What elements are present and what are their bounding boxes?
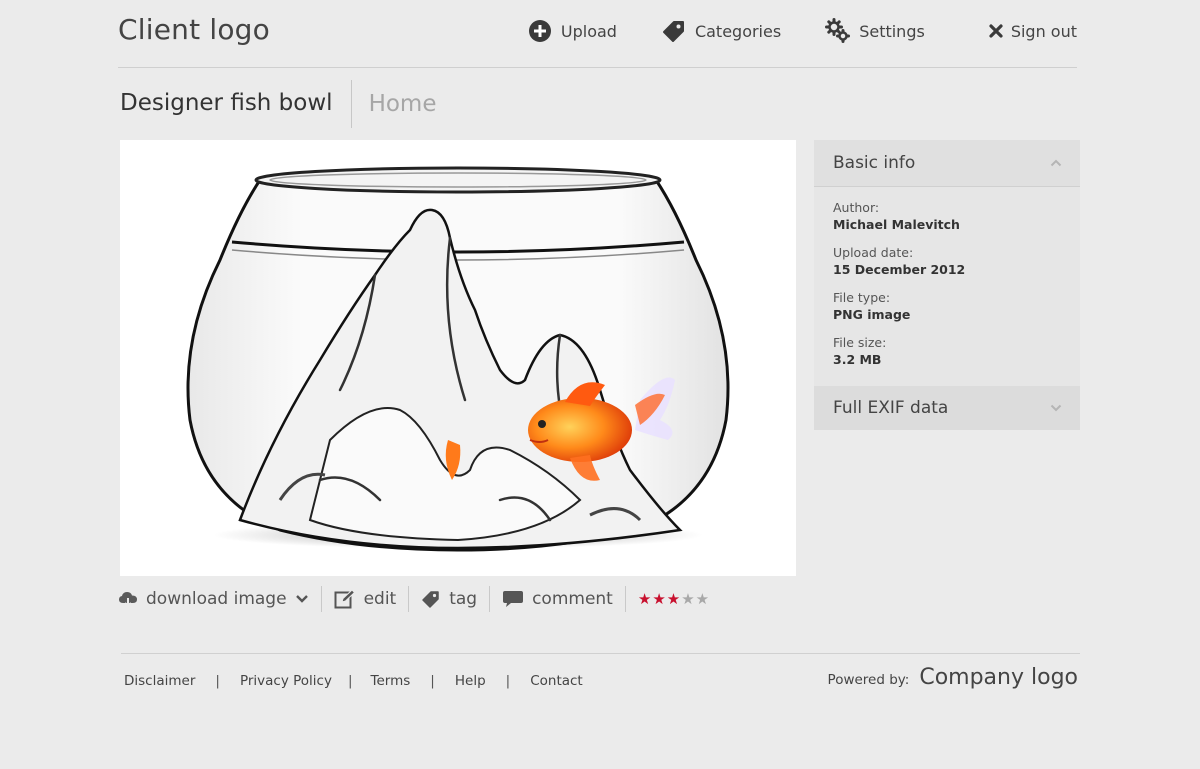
edit-icon xyxy=(334,589,356,609)
field-label: Author: xyxy=(833,200,880,215)
exif-header[interactable]: Full EXIF data xyxy=(814,386,1080,430)
field-label: Upload date: xyxy=(833,245,914,260)
client-logo[interactable]: Client logo xyxy=(118,13,270,46)
footer-link-privacy-policy[interactable]: Privacy Policy xyxy=(240,673,332,689)
star-filled-icon[interactable]: ★ xyxy=(667,591,680,607)
settings-button[interactable]: Settings xyxy=(825,18,925,44)
page: Client logo Upload Categories Settings S… xyxy=(0,0,1200,769)
tag-small-icon xyxy=(421,589,441,609)
tag-label: tag xyxy=(449,589,478,609)
footer-separator: | xyxy=(347,673,353,689)
file-size-value: 3.2 MB xyxy=(833,352,882,367)
footer-link-terms[interactable]: Terms xyxy=(371,673,411,689)
sign-out-label: Sign out xyxy=(1010,21,1077,41)
sign-out-button[interactable]: Sign out xyxy=(987,18,1077,44)
company-logo[interactable]: Company logo xyxy=(919,665,1078,690)
powered-by-label: Powered by: xyxy=(827,672,910,688)
settings-label: Settings xyxy=(859,21,925,41)
file-type-value: PNG image xyxy=(833,307,911,322)
main-nav: Upload Categories Settings Sign out xyxy=(527,18,1077,44)
cloud-download-icon xyxy=(118,590,138,608)
page-title: Designer fish bowl xyxy=(120,80,352,128)
star-empty-icon[interactable]: ★ xyxy=(681,591,694,607)
image-actions: download image edit tag comment ★ ★ ★ ★ ★ xyxy=(118,585,710,613)
chevron-down-icon xyxy=(1050,404,1062,412)
tag-icon xyxy=(661,18,687,44)
comment-button[interactable]: comment xyxy=(489,586,625,612)
upload-date-value: 15 December 2012 xyxy=(833,262,966,277)
edit-button[interactable]: edit xyxy=(320,586,409,612)
basic-info-body: Author: Michael Malevitch Upload date: 1… xyxy=(814,187,1080,386)
tag-button[interactable]: tag xyxy=(408,586,489,612)
edit-label: edit xyxy=(363,589,397,609)
header: Client logo Upload Categories Settings S… xyxy=(118,0,1077,68)
close-x-icon xyxy=(987,18,1005,44)
star-rating[interactable]: ★ ★ ★ ★ ★ xyxy=(624,586,710,612)
file-type-field: File type: PNG image xyxy=(833,290,1061,323)
author-value: Michael Malevitch xyxy=(833,217,960,232)
download-image-label: download image xyxy=(146,589,287,609)
upload-button[interactable]: Upload xyxy=(527,18,617,44)
footer-separator: | xyxy=(430,673,435,689)
powered-by: Powered by: Company logo xyxy=(828,665,1078,690)
file-size-field: File size: 3.2 MB xyxy=(833,335,1061,368)
star-filled-icon[interactable]: ★ xyxy=(638,591,651,607)
fish-bowl-illustration xyxy=(186,166,730,552)
basic-info-header[interactable]: Basic info xyxy=(814,140,1080,187)
download-image-button[interactable]: download image xyxy=(118,586,321,612)
categories-label: Categories xyxy=(694,21,782,41)
plus-circle-icon xyxy=(527,18,553,44)
comment-icon xyxy=(502,589,524,609)
author-field: Author: Michael Malevitch xyxy=(833,200,1061,233)
breadcrumb-home[interactable]: Home xyxy=(352,81,437,127)
field-label: File size: xyxy=(833,335,887,350)
exif-title: Full EXIF data xyxy=(833,398,949,418)
footer-link-contact[interactable]: Contact xyxy=(530,673,583,689)
info-sidebar: Basic info Author: Michael Malevitch Upl… xyxy=(814,140,1080,430)
chevron-up-icon xyxy=(1050,159,1062,167)
basic-info-title: Basic info xyxy=(833,153,916,173)
upload-label: Upload xyxy=(560,21,617,41)
footer-link-disclaimer[interactable]: Disclaimer xyxy=(124,673,195,689)
footer: Disclaimer | Privacy Policy | Terms | He… xyxy=(121,653,1080,690)
upload-date-field: Upload date: 15 December 2012 xyxy=(833,245,1061,278)
main-image[interactable] xyxy=(120,140,796,576)
footer-link-help[interactable]: Help xyxy=(455,673,486,689)
gears-icon xyxy=(825,18,851,44)
title-bar: Designer fish bowl Home xyxy=(120,80,436,128)
footer-separator: | xyxy=(505,673,511,689)
chevron-down-icon xyxy=(295,594,309,604)
star-empty-icon[interactable]: ★ xyxy=(696,591,709,607)
footer-links: Disclaimer | Privacy Policy | Terms | He… xyxy=(124,673,583,689)
comment-label: comment xyxy=(532,589,613,609)
star-filled-icon[interactable]: ★ xyxy=(652,591,665,607)
footer-separator: | xyxy=(215,673,220,689)
categories-button[interactable]: Categories xyxy=(661,18,781,44)
field-label: File type: xyxy=(833,290,891,305)
